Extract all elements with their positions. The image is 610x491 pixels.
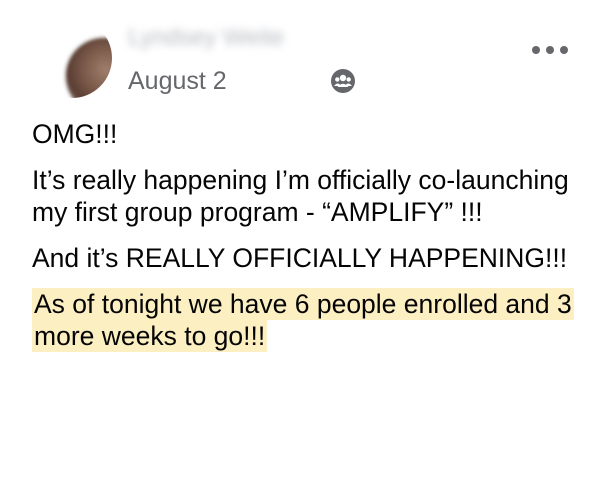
post-paragraph-highlighted: As of tonight we have 6 people enrolled … [32,288,592,352]
more-options-button[interactable] [528,38,572,62]
author-avatar[interactable] [32,18,112,98]
highlighted-text: As of tonight we have 6 people enrolled … [32,288,574,352]
post-text: OMG!!! It’s really happening I’m officia… [32,118,592,366]
author-name-blurred[interactable]: Lyndsey Weite [128,24,318,52]
group-audience-icon[interactable] [330,68,356,94]
post-paragraph-1: OMG!!! [32,119,118,149]
more-options-icon [532,46,568,54]
post-date[interactable]: August 2 [128,66,227,96]
post-paragraph-3: And it’s REALLY OFFICIALLY HAPPENING!!! [32,243,568,273]
avatar-image [64,36,112,98]
post-paragraph-2: It’s really happening I’m officially co-… [32,165,569,227]
facebook-post: Lyndsey Weite August 2 OMG!!! It’s reall… [0,0,610,491]
